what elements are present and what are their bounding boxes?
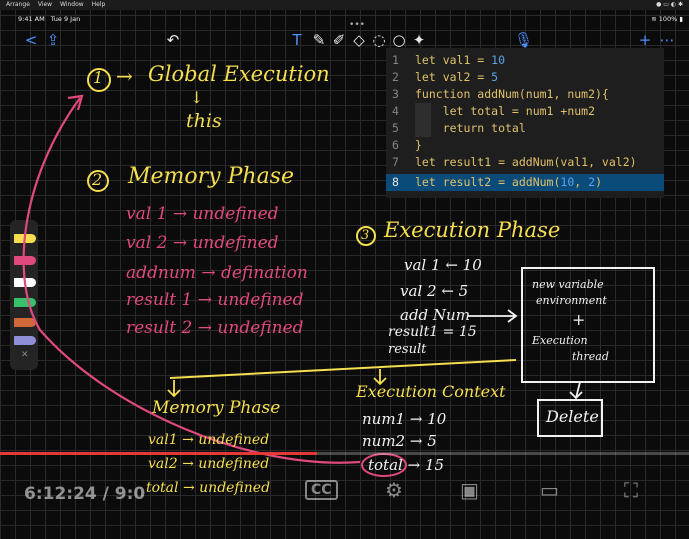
step1-arrow: → xyxy=(116,64,133,88)
exec-row-addnum: add Num xyxy=(400,306,470,324)
context-row: num1 → 10 xyxy=(362,410,447,428)
step3-number: 3 xyxy=(361,228,370,243)
exec-row-result: result xyxy=(388,342,427,357)
memory-row: val 1 → undefined xyxy=(126,204,279,224)
video-progress xyxy=(0,452,317,455)
memory-row: val 2 → undefined xyxy=(126,233,279,253)
memory2-row: val2 → undefined xyxy=(148,456,270,472)
addnum-arrow xyxy=(468,309,518,323)
memory2-row: val1 → undefined xyxy=(148,432,270,448)
notes-canvas[interactable]: Arrange View Window Help ● ▭ ◐ ✱ 9:41 AM… xyxy=(0,0,689,539)
settings-gear-icon[interactable]: ⚙ xyxy=(385,478,403,502)
exec-row: val 1 ← 10 xyxy=(404,256,482,274)
theater-mode-icon[interactable]: ▭ xyxy=(540,478,559,502)
box-line2: environment xyxy=(536,294,607,307)
box-line1: new variable xyxy=(532,278,604,291)
step2-number: 2 xyxy=(92,170,103,189)
memory2-row: total → undefined xyxy=(146,480,271,496)
box-line4: thread xyxy=(572,350,609,363)
ink-strokes xyxy=(22,68,655,477)
down-arrow: ↓ xyxy=(190,88,204,107)
memory-phase2-title: Memory Phase xyxy=(152,398,281,418)
captions-button[interactable]: CC xyxy=(305,480,338,500)
memory-arrow xyxy=(167,380,181,398)
memory-row: result 1 → undefined xyxy=(126,290,304,310)
this-label: this xyxy=(186,110,222,132)
miniplayer-icon[interactable]: ▣ xyxy=(460,478,479,502)
delete-label: Delete xyxy=(546,407,599,426)
execution-phase-title: Execution Phase xyxy=(384,218,561,242)
step1-number: 1 xyxy=(93,68,104,87)
context-row: total → 15 xyxy=(368,456,445,474)
memory-row: addnum → defination xyxy=(126,263,308,283)
memory-row: result 2 → undefined xyxy=(126,318,304,338)
box-line3: Execution xyxy=(532,334,588,347)
exec-row: val 2 ← 5 xyxy=(400,282,469,300)
exec-row-result1: result1 = 15 xyxy=(388,324,477,340)
context-row: num2 → 5 xyxy=(362,432,437,450)
yellow-split-line xyxy=(169,359,517,379)
fullscreen-icon[interactable]: ⛶ xyxy=(624,478,638,502)
delete-arrow xyxy=(569,381,583,400)
execution-context-title: Execution Context xyxy=(356,382,506,401)
global-execution-title: Global Execution xyxy=(148,62,330,86)
video-timecode: 6:12:24 / 9:0 xyxy=(24,484,146,504)
box-plus: + xyxy=(572,310,586,329)
memory-phase-title: Memory Phase xyxy=(128,164,294,189)
